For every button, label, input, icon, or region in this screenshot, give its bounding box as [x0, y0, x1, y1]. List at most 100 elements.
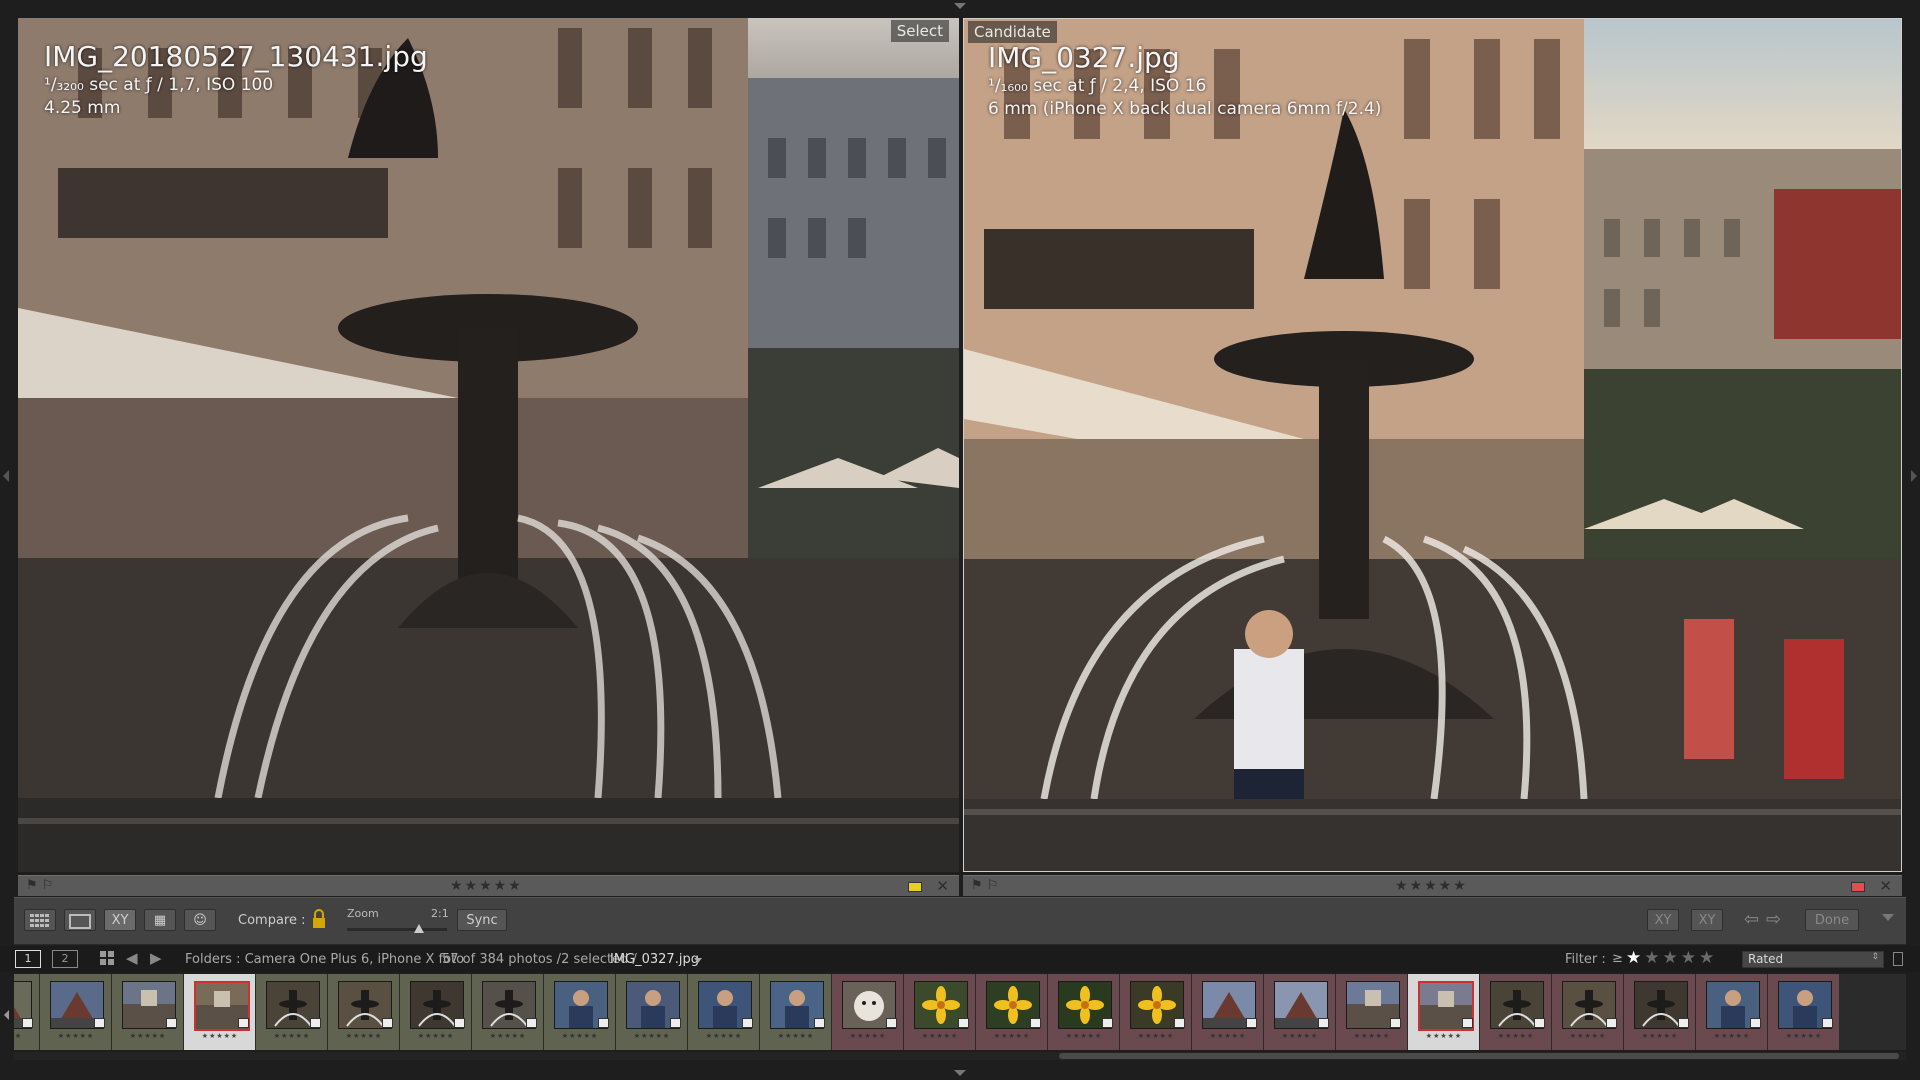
thumbnail-rating-stars[interactable]: ★★★★★ — [1768, 1032, 1840, 1040]
thumbnail-rating-stars[interactable]: ★★★★★ — [184, 1032, 256, 1040]
left-panel-toggle-icon[interactable] — [3, 470, 9, 482]
thumbnail-rating-stars[interactable]: ★★★★★ — [832, 1032, 904, 1040]
filmstrip-thumbnail[interactable]: ★★★★★ — [400, 974, 472, 1050]
swap-images-icon[interactable]: XY — [1647, 909, 1679, 931]
filmstrip-thumbnail[interactable]: ★★★★★ — [1696, 974, 1768, 1050]
monitor1-button[interactable]: 1 — [15, 950, 41, 968]
filmstrip-thumbnail[interactable]: ★★★★★ — [1552, 974, 1624, 1050]
filmstrip-thumbnail[interactable]: ★★★★★ — [14, 974, 40, 1050]
filter-star[interactable]: ★ — [1644, 948, 1662, 968]
filmstrip-thumbnail[interactable]: ★★★★★ — [112, 974, 184, 1050]
select-rating-stars[interactable]: ★★★★★ — [450, 876, 523, 896]
grid-view-icon[interactable] — [24, 909, 56, 931]
thumbnail-rating-stars[interactable]: ★★★★★ — [14, 1032, 40, 1040]
filter-star[interactable]: ★ — [1626, 948, 1644, 968]
candidate-rating-stars[interactable]: ★★★★★ — [1395, 876, 1468, 896]
bottom-panel-toggle-icon[interactable] — [954, 1070, 966, 1076]
thumbnail-rating-stars[interactable]: ★★★★★ — [1552, 1032, 1624, 1040]
select-color-label[interactable] — [908, 882, 922, 892]
thumbnail-rating-stars[interactable]: ★★★★★ — [1048, 1032, 1120, 1040]
compare-view-icon[interactable]: XY — [104, 909, 136, 931]
select-close-icon[interactable]: ✕ — [936, 877, 949, 895]
toolbar-menu-chevron-icon[interactable] — [1882, 914, 1894, 921]
filmstrip-thumbnail[interactable]: ★★★★★ — [832, 974, 904, 1050]
filmstrip-scrollbar-thumb[interactable] — [1059, 1053, 1899, 1059]
survey-view-icon[interactable]: ▦ — [144, 909, 176, 931]
current-filename[interactable]: IMG_0327.jpg — [610, 952, 699, 967]
thumbnail-rating-stars[interactable]: ★★★★★ — [400, 1032, 472, 1040]
filmstrip-thumbnail[interactable]: ★★★★★ — [1768, 974, 1840, 1050]
filmstrip-thumbnail[interactable]: ★★★★★ — [1120, 974, 1192, 1050]
filmstrip-thumbnail[interactable]: ★★★★★ — [904, 974, 976, 1050]
thumbnail-rating-stars[interactable]: ★★★★★ — [472, 1032, 544, 1040]
make-select-icon[interactable]: XY — [1691, 909, 1723, 931]
thumbnail-rating-stars[interactable]: ★★★★★ — [256, 1032, 328, 1040]
filter-star[interactable]: ★ — [1663, 948, 1681, 968]
filmstrip-thumbnail[interactable]: ★★★★★ — [40, 974, 112, 1050]
filmstrip-thumbnail[interactable]: ★★★★★ — [184, 974, 256, 1050]
zoom-slider-thumb[interactable] — [414, 924, 424, 933]
next-arrow-icon[interactable]: ⇨ — [1766, 909, 1781, 930]
thumbnail-rating-stars[interactable]: ★★★★★ — [1696, 1032, 1768, 1040]
filmstrip-thumbnail[interactable]: ★★★★★ — [760, 974, 832, 1050]
thumbnail-rating-stars[interactable]: ★★★★★ — [976, 1032, 1048, 1040]
filmstrip-thumbnail[interactable]: ★★★★★ — [1264, 974, 1336, 1050]
thumbnail-rating-stars[interactable]: ★★★★★ — [40, 1032, 112, 1040]
filmstrip-thumbnail[interactable]: ★★★★★ — [544, 974, 616, 1050]
thumbnail-rating-stars[interactable]: ★★★★★ — [760, 1032, 832, 1040]
previous-arrow-icon[interactable]: ⇦ — [1744, 909, 1759, 930]
loupe-view-icon[interactable] — [64, 909, 96, 931]
thumbnail-rating-stars[interactable]: ★★★★★ — [1120, 1032, 1192, 1040]
zoom-slider-track[interactable] — [347, 928, 447, 931]
thumbnail-rating-stars[interactable]: ★★★★★ — [1192, 1032, 1264, 1040]
filter-operator[interactable]: ≥ — [1612, 951, 1623, 966]
thumbnail-rating-stars[interactable]: ★★★★★ — [1264, 1032, 1336, 1040]
monitor2-button[interactable]: 2 — [52, 950, 78, 968]
thumbnail-rating-stars[interactable]: ★★★★★ — [688, 1032, 760, 1040]
filter-star[interactable]: ★ — [1681, 948, 1699, 968]
thumbnail-rating-stars[interactable]: ★★★★★ — [544, 1032, 616, 1040]
thumbnail-rating-stars[interactable]: ★★★★★ — [1336, 1032, 1408, 1040]
forward-arrow-icon[interactable]: ▶ — [150, 949, 162, 967]
select-flag-icons[interactable]: ⚑ ⚐ — [26, 878, 53, 893]
thumbnail-rating-stars[interactable]: ★★★★★ — [904, 1032, 976, 1040]
filmstrip-scroll-left-icon[interactable] — [4, 1010, 9, 1020]
candidate-color-label[interactable] — [1851, 882, 1865, 892]
thumbnail-rating-stars[interactable]: ★★★★★ — [112, 1032, 184, 1040]
filmstrip-thumbnail[interactable]: ★★★★★ — [1336, 974, 1408, 1050]
thumbnail-rating-stars[interactable]: ★★★★★ — [1480, 1032, 1552, 1040]
candidate-photo-panel[interactable]: Candidate IMG_0327.jpg ¹/₁₆₀₀ sec at ƒ /… — [963, 18, 1902, 872]
filter-preset-select[interactable]: Rated ⇕ — [1742, 951, 1884, 968]
filmstrip-thumbnail[interactable]: ★★★★★ — [1192, 974, 1264, 1050]
filename-dropdown-icon[interactable] — [694, 958, 702, 963]
filter-lock-icon[interactable] — [1893, 952, 1903, 966]
back-arrow-icon[interactable]: ◀ — [126, 949, 138, 967]
filmstrip-thumbnail[interactable]: ★★★★★ — [1048, 974, 1120, 1050]
people-view-icon[interactable]: ☺ — [184, 909, 216, 931]
filmstrip-thumbnail[interactable]: ★★★★★ — [688, 974, 760, 1050]
folder-breadcrumb[interactable]: Folders : Camera One Plus 6, iPhone X fo… — [185, 952, 464, 967]
filmstrip-thumbnail[interactable]: ★★★★★ — [1624, 974, 1696, 1050]
select-photo-panel[interactable]: Select IMG_20180527_130431.jpg ¹/₃₂₀₀ se… — [18, 18, 959, 872]
filmstrip-thumbnail[interactable]: ★★★★★ — [616, 974, 688, 1050]
candidate-close-icon[interactable]: ✕ — [1879, 877, 1892, 895]
right-panel-toggle-icon[interactable] — [1911, 470, 1917, 482]
thumbnail-rating-stars[interactable]: ★★★★★ — [1624, 1032, 1696, 1040]
sync-button[interactable]: Sync — [457, 909, 507, 931]
filmstrip-thumbnail[interactable]: ★★★★★ — [1408, 974, 1480, 1050]
filter-rating-stars[interactable]: ★★★★★ — [1626, 948, 1717, 968]
filmstrip-thumbnail[interactable]: ★★★★★ — [328, 974, 400, 1050]
done-button[interactable]: Done — [1805, 909, 1859, 931]
filmstrip-thumbnail[interactable]: ★★★★★ — [976, 974, 1048, 1050]
filmstrip-thumbnail[interactable]: ★★★★★ — [1480, 974, 1552, 1050]
lock-icon[interactable] — [312, 908, 326, 932]
thumbnail-rating-stars[interactable]: ★★★★★ — [328, 1032, 400, 1040]
thumbnail-rating-stars[interactable]: ★★★★★ — [1408, 1032, 1480, 1040]
top-panel-toggle-icon[interactable] — [954, 3, 966, 9]
filmstrip-scrollbar[interactable] — [14, 1052, 1906, 1060]
filmstrip-thumbnail[interactable]: ★★★★★ — [256, 974, 328, 1050]
thumbnail-rating-stars[interactable]: ★★★★★ — [616, 1032, 688, 1040]
candidate-flag-icons[interactable]: ⚑ ⚐ — [971, 878, 998, 893]
library-grid-icon[interactable] — [100, 951, 114, 969]
filter-star[interactable]: ★ — [1699, 948, 1717, 968]
